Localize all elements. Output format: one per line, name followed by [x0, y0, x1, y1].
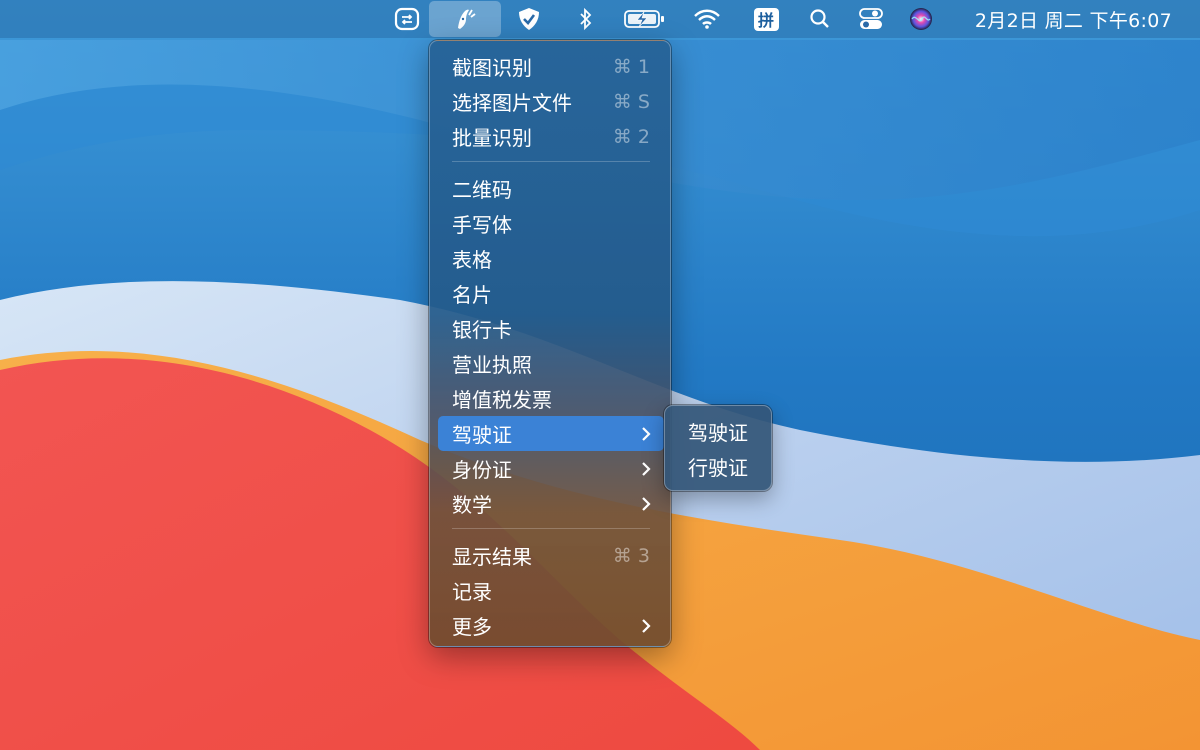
siri-icon[interactable]: [907, 0, 935, 38]
menu-item-screenshot-ocr[interactable]: 截图识别 ⌘ 1: [438, 49, 664, 84]
menu-item-batch-ocr[interactable]: 批量识别 ⌘ 2: [438, 119, 664, 154]
menu-item-select-image[interactable]: 选择图片文件 ⌘ S: [438, 84, 664, 119]
menu-separator: [452, 161, 650, 162]
wifi-icon[interactable]: [692, 0, 722, 38]
ocr-app-icon[interactable]: [429, 1, 501, 37]
menu-item-math[interactable]: 数学: [438, 486, 664, 521]
menu-item-label: 显示结果: [452, 545, 532, 569]
menu-item-label: 记录: [452, 580, 492, 604]
menu-separator: [452, 528, 650, 529]
menu-item-shortcut: ⌘ 2: [612, 125, 650, 148]
menu-item-label: 二维码: [452, 178, 512, 202]
menu-item-label: 银行卡: [452, 318, 512, 342]
menu-item-shortcut: ⌘ S: [612, 90, 650, 113]
control-center-icon[interactable]: [857, 0, 885, 38]
chevron-right-icon: [642, 619, 651, 633]
shield-check-icon[interactable]: [512, 0, 546, 38]
menu-bar: 拼 2月2日 周二 下午6:07: [0, 0, 1200, 38]
chevron-right-icon: [642, 427, 651, 441]
menu-item-label: 截图识别: [452, 56, 532, 80]
menu-item-shortcut: ⌘ 3: [612, 544, 650, 567]
menu-item-id-card[interactable]: 身份证: [438, 451, 664, 486]
menu-item-label: 表格: [452, 248, 492, 272]
menu-item-show-results[interactable]: 显示结果 ⌘ 3: [438, 538, 664, 573]
menu-item-label: 手写体: [452, 213, 512, 237]
submenu-item-label: 行驶证: [688, 456, 748, 480]
menu-item-history[interactable]: 记录: [438, 573, 664, 608]
menu-item-label: 名片: [452, 283, 492, 307]
menu-item-label: 数学: [452, 493, 492, 517]
menu-item-table[interactable]: 表格: [438, 241, 664, 276]
desktop: 拼 2月2日 周二 下午6:07 截图识别 ⌘ 1 选择图片文件 ⌘ S 批量识…: [0, 0, 1200, 750]
ocr-app-menu: 截图识别 ⌘ 1 选择图片文件 ⌘ S 批量识别 ⌘ 2 二维码 手写体 表格 …: [429, 40, 671, 647]
menu-item-shortcut: ⌘ 1: [612, 55, 650, 78]
bluetooth-icon[interactable]: [575, 0, 597, 38]
menu-item-label: 营业执照: [452, 353, 532, 377]
menu-item-more[interactable]: 更多: [438, 608, 664, 643]
app-switch-icon[interactable]: [392, 0, 422, 38]
menu-item-business-card[interactable]: 名片: [438, 276, 664, 311]
submenu-item-label: 驾驶证: [688, 421, 748, 445]
submenu-item-driver-license[interactable]: 驾驶证: [671, 414, 765, 449]
menu-item-vat-invoice[interactable]: 增值税发票: [438, 381, 664, 416]
menu-item-label: 驾驶证: [452, 423, 512, 447]
battery-charging-icon[interactable]: [622, 0, 666, 38]
input-method-icon[interactable]: 拼: [752, 0, 780, 38]
menu-item-bank-card[interactable]: 银行卡: [438, 311, 664, 346]
chevron-right-icon: [642, 462, 651, 476]
menu-item-label: 批量识别: [452, 126, 532, 150]
chevron-right-icon: [642, 497, 651, 511]
menu-item-label: 身份证: [452, 458, 512, 482]
menu-item-label: 增值税发票: [452, 388, 552, 412]
input-method-label: 拼: [753, 7, 779, 31]
menu-bar-clock[interactable]: 2月2日 周二 下午6:07: [975, 0, 1172, 38]
driver-license-submenu: 驾驶证 行驶证: [664, 405, 772, 491]
menu-item-label: 更多: [452, 615, 492, 639]
menu-item-handwriting[interactable]: 手写体: [438, 206, 664, 241]
search-icon[interactable]: [807, 0, 833, 38]
menu-item-driver-license[interactable]: 驾驶证: [438, 416, 664, 451]
menu-item-business-license[interactable]: 营业执照: [438, 346, 664, 381]
submenu-item-vehicle-license[interactable]: 行驶证: [671, 449, 765, 484]
menu-item-label: 选择图片文件: [452, 91, 572, 115]
menu-item-qrcode[interactable]: 二维码: [438, 171, 664, 206]
